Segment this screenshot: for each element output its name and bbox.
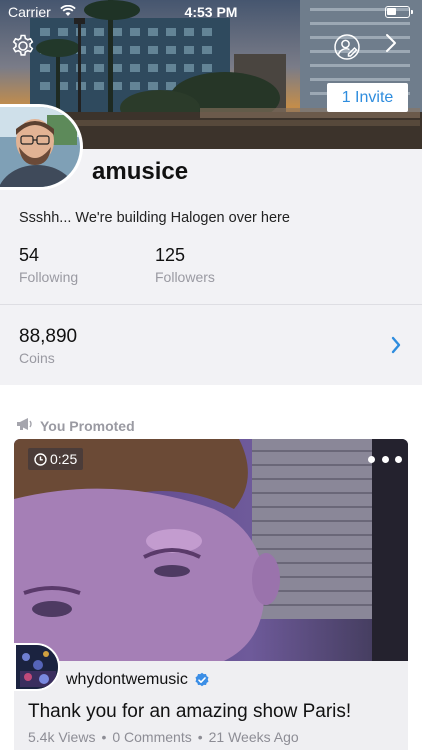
avatar[interactable] — [0, 104, 83, 190]
profile-screen: Carrier 4:53 PM 1 Invite amusice Ssshh..… — [0, 0, 422, 750]
following-count[interactable]: 54 — [19, 245, 39, 266]
channel-name[interactable]: whydontwemusic — [66, 671, 210, 689]
more-dot-icon — [368, 455, 375, 463]
video-duration: 0:25 — [28, 448, 84, 470]
channel-avatar[interactable] — [14, 643, 60, 691]
channel-name-text: whydontwemusic — [66, 671, 188, 688]
chevron-right-icon — [390, 336, 402, 359]
video-comments[interactable]: 0 Comments — [112, 729, 191, 745]
more-dot-icon — [381, 455, 389, 463]
clock-icon — [34, 452, 47, 466]
verified-badge-icon — [194, 672, 210, 688]
battery-icon — [385, 6, 413, 18]
promoted-label: You Promoted — [40, 418, 135, 434]
promoted-header: You Promoted — [16, 417, 135, 435]
followers-count[interactable]: 125 — [155, 245, 185, 266]
video-meta: 5.4k Views • 0 Comments • 21 Weeks Ago — [28, 729, 299, 745]
video-thumbnail[interactable]: 0:25 — [14, 439, 408, 661]
profile-bio: Ssshh... We're building Halogen over her… — [19, 210, 290, 226]
username: amusice — [92, 158, 189, 185]
coins-count: 88,890 — [19, 326, 78, 347]
video-duration-text: 0:25 — [50, 451, 78, 467]
more-dot-icon — [395, 455, 402, 463]
coins-label: Coins — [19, 350, 55, 366]
video-views: 5.4k Views — [28, 729, 96, 745]
clock-time: 4:53 PM — [184, 4, 238, 20]
followers-label[interactable]: Followers — [155, 269, 215, 285]
video-card[interactable]: 0:25 whydontwemusic Thank you for an ama… — [14, 439, 408, 750]
video-age: 21 Weeks Ago — [208, 729, 299, 745]
megaphone-icon — [16, 417, 34, 436]
next-button[interactable] — [384, 33, 414, 63]
following-label[interactable]: Following — [19, 269, 78, 285]
invite-button[interactable]: 1 Invite — [327, 83, 408, 112]
settings-button[interactable] — [10, 33, 40, 63]
status-bar: Carrier 4:53 PM — [0, 0, 422, 24]
more-options-button[interactable] — [368, 451, 402, 467]
edit-profile-button[interactable] — [333, 33, 363, 63]
video-title[interactable]: Thank you for an amazing show Paris! — [28, 701, 351, 723]
coins-row[interactable]: 88,890 Coins — [0, 305, 422, 385]
